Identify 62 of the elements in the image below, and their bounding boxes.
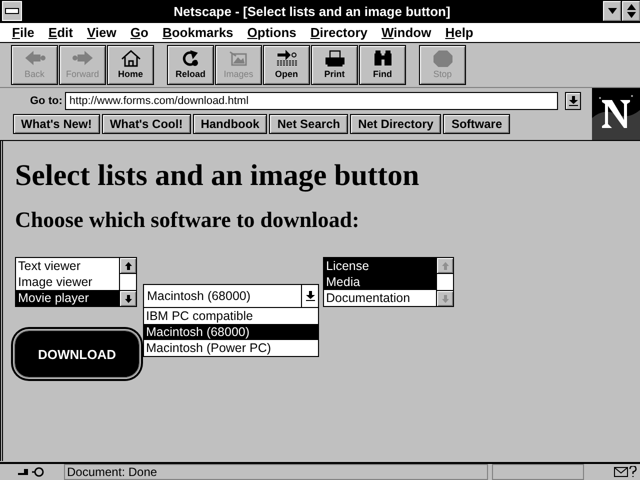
picture-frame-icon	[228, 50, 250, 67]
list-option[interactable]: Media	[324, 274, 436, 290]
list-option[interactable]: License	[324, 258, 436, 274]
directory-button[interactable]: What's New!	[13, 114, 100, 134]
toolbar-button[interactable]: Open	[263, 45, 310, 85]
dropdown-option[interactable]: IBM PC compatible	[144, 308, 318, 324]
down-arrow-icon	[306, 291, 314, 301]
menu-item[interactable]: File	[12, 25, 34, 40]
toolbar-button[interactable]: Print	[311, 45, 358, 85]
down-arrow-icon	[568, 96, 578, 106]
stop-sign-icon	[432, 50, 454, 67]
dropdown-button[interactable]	[301, 285, 318, 307]
toolbar-button[interactable]: Home	[107, 45, 154, 85]
menu-item[interactable]: Go	[130, 25, 148, 40]
up-arrow-icon	[440, 260, 450, 270]
up-arrow-icon	[124, 260, 132, 270]
menu-item[interactable]: Window	[382, 25, 432, 40]
list-option[interactable]: Movie player	[16, 290, 119, 306]
menu-item[interactable]: Bookmarks	[162, 25, 234, 40]
dropdown-option[interactable]: Macintosh (Power PC)	[144, 340, 318, 356]
down-triangle-icon	[608, 8, 616, 14]
menu-item[interactable]: Help	[445, 25, 474, 40]
down-arrow-icon	[124, 294, 132, 304]
list-option[interactable]: Image viewer	[16, 274, 119, 290]
open-file-icon	[276, 50, 298, 67]
list-box[interactable]: Text viewer Image viewer Movie player	[15, 257, 137, 307]
dropdown-option[interactable]: Macintosh (68000)	[144, 324, 318, 340]
mail-icon[interactable]	[614, 466, 638, 478]
page-subheading: Choose which software to download:	[15, 207, 360, 233]
directory-button[interactable]: What's Cool!	[102, 114, 191, 134]
directory-button[interactable]: Net Search	[269, 114, 348, 134]
down-arrow-icon	[440, 294, 450, 304]
status-text: Document: Done	[64, 464, 488, 480]
toolbar-button[interactable]: Reload	[167, 45, 214, 85]
directory-button[interactable]: Handbook	[192, 114, 268, 134]
printer-icon	[324, 50, 346, 67]
menu-item[interactable]: Directory	[310, 25, 368, 40]
system-menu-button[interactable]	[2, 1, 22, 21]
menu-item[interactable]: View	[86, 25, 116, 40]
menu-item[interactable]: Edit	[48, 25, 73, 40]
dropdown-select[interactable]: Macintosh (68000)	[143, 284, 319, 308]
history-dropdown-button[interactable]	[565, 92, 582, 110]
menu-item[interactable]: Options	[247, 25, 296, 40]
arrow-left-icon	[24, 50, 46, 67]
list-box[interactable]: License Media Documentation	[323, 257, 454, 307]
scroll-down-button[interactable]	[120, 291, 136, 306]
directory-button[interactable]: Software	[443, 114, 510, 134]
minimize-button[interactable]	[603, 1, 621, 21]
arrow-right-icon	[72, 50, 94, 67]
window-title: Netscape - [Select lists and an image button]	[172, 4, 452, 18]
location-field[interactable]: http://www.forms.com/download.html	[65, 92, 558, 110]
directory-button[interactable]: Net Directory	[350, 114, 442, 134]
house-icon	[120, 50, 142, 67]
location-label: Go to:	[30, 95, 62, 107]
toolbar-button[interactable]: Find	[359, 45, 406, 85]
page-heading: Select lists and an image button	[15, 158, 420, 193]
binoculars-icon	[372, 50, 394, 67]
list-option[interactable]: Documentation	[324, 290, 436, 306]
up-down-triangles-icon	[626, 4, 636, 18]
restore-button[interactable]	[622, 1, 640, 21]
scroll-up-button[interactable]	[120, 258, 136, 273]
list-option[interactable]: Text viewer	[16, 258, 119, 274]
